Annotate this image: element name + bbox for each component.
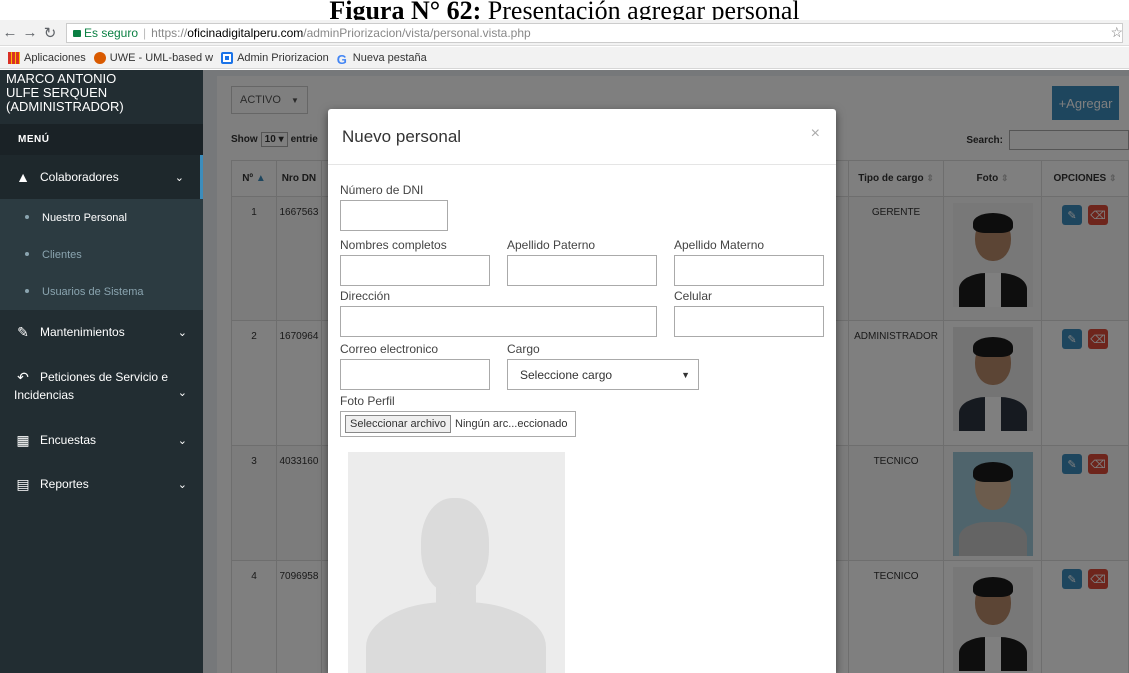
chevron-down-icon: ▼ xyxy=(681,369,690,380)
celular-label: Celular xyxy=(674,289,713,303)
submenu-colaboradores: Nuestro Personal Clientes Usuarios de Si… xyxy=(0,199,203,310)
modal-title: Nuevo personal xyxy=(342,126,462,146)
chevron-down-icon: ⌄ xyxy=(177,326,187,339)
materno-label: Apellido Materno xyxy=(674,238,765,252)
reload-icon[interactable]: ↻ xyxy=(40,24,60,42)
clipboard-icon: ▦ xyxy=(16,431,30,448)
back-icon[interactable]: ← xyxy=(0,24,20,41)
admin-icon xyxy=(221,51,234,64)
cargo-label: Cargo xyxy=(507,342,540,356)
url-divider: | xyxy=(143,25,147,40)
bookmark-new-tab[interactable]: G Nueva pestaña xyxy=(336,51,427,67)
reply-icon: ↶ xyxy=(17,369,29,385)
avatar-body xyxy=(366,602,546,673)
correo-input[interactable] xyxy=(340,359,490,390)
sidebar-item-mantenimientos[interactable]: ✎ Mantenimientos ⌄ xyxy=(0,310,203,354)
celular-field-group: Celular xyxy=(674,289,824,337)
cargo-select-value: Seleccione cargo xyxy=(520,367,613,382)
user-role: (ADMINISTRADOR) xyxy=(6,99,124,114)
sidebar-item-encuestas[interactable]: ▦ Encuestas ⌄ xyxy=(0,418,203,462)
label-line: Peticiones de Servicio e xyxy=(40,370,169,384)
apps-icon xyxy=(8,51,20,64)
url-path: /adminPriorizacion/vista/personal.vista.… xyxy=(303,25,531,40)
sidebar-item-nuestro-personal[interactable]: Nuestro Personal xyxy=(0,199,203,236)
secure-label: Es seguro xyxy=(84,25,139,40)
bookmark-label: Admin Priorizacion xyxy=(237,51,329,64)
celular-input[interactable] xyxy=(674,306,824,337)
bookmark-label: UWE - UML-based w xyxy=(109,51,214,64)
user-name-line: ULFE SERQUEN xyxy=(6,85,108,100)
cargo-field-group: Cargo Seleccione cargo ▼ xyxy=(507,342,699,390)
sidebar-item-usuarios[interactable]: Usuarios de Sistema xyxy=(0,273,203,310)
paterno-field-group: Apellido Paterno xyxy=(507,238,657,286)
bookmark-admin[interactable]: Admin Priorizacion xyxy=(221,51,329,64)
paterno-label: Apellido Paterno xyxy=(507,238,596,252)
sidebar: MARCO ANTONIO ULFE SERQUEN (ADMINISTRADO… xyxy=(0,70,203,673)
dni-input[interactable] xyxy=(340,200,448,231)
sidebar-item-colaboradores[interactable]: ▲ Colaboradores ⌄ xyxy=(0,155,203,199)
correo-field-group: Correo electronico xyxy=(340,342,490,390)
foto-field-group: Foto Perfil Seleccionar archivo Ningún a… xyxy=(340,394,576,437)
modal-header: Nuevo personal × xyxy=(328,109,836,165)
label-line: Incidencias xyxy=(14,388,75,402)
sidebar-item-label: Peticiones de Servicio e Incidencias xyxy=(14,368,169,404)
bookmark-label: Nueva pestaña xyxy=(352,51,427,64)
avatar-head xyxy=(421,498,489,594)
forward-icon[interactable]: → xyxy=(20,24,40,41)
sidebar-item-reportes[interactable]: ▤ Reportes ⌄ xyxy=(0,462,203,506)
nombres-field-group: Nombres completos xyxy=(340,238,490,286)
google-icon: G xyxy=(336,51,347,67)
url-host: oficinadigitalperu.com xyxy=(187,25,304,40)
foto-label: Foto Perfil xyxy=(340,394,395,408)
user-panel: MARCO ANTONIO ULFE SERQUEN (ADMINISTRADO… xyxy=(0,70,203,124)
close-icon[interactable]: × xyxy=(811,125,820,143)
cargo-select[interactable]: Seleccione cargo ▼ xyxy=(507,359,699,390)
dni-label: Número de DNI xyxy=(340,183,424,197)
materno-field-group: Apellido Materno xyxy=(674,238,824,286)
select-file-button[interactable]: Seleccionar archivo xyxy=(345,415,451,433)
chevron-down-icon: ⌄ xyxy=(177,434,187,447)
file-input[interactable]: Seleccionar archivo Ningún arc...ecciona… xyxy=(340,411,576,437)
edit-icon: ✎ xyxy=(17,323,29,340)
sidebar-item-clientes[interactable]: Clientes xyxy=(0,236,203,273)
sidebar-item-label: Reportes xyxy=(40,477,89,491)
sidebar-item-label: Mantenimientos xyxy=(40,325,125,339)
browser-address-bar: ← → ↻ Es seguro | https://oficinadigital… xyxy=(0,20,1129,46)
correo-label: Correo electronico xyxy=(340,342,439,356)
file-icon: ▤ xyxy=(16,475,30,492)
url-input[interactable]: Es seguro | https://oficinadigitalperu.c… xyxy=(66,22,1123,43)
bookmark-apps[interactable]: Aplicaciones xyxy=(8,51,86,64)
caption-text: Presentación agregar personal xyxy=(487,0,800,20)
caption-number: Figura N° 62: xyxy=(329,0,482,20)
figure-caption: Figura N° 62: Presentación agregar perso… xyxy=(0,0,1129,20)
menu-header: MENÚ xyxy=(0,124,203,155)
bookmarks-bar: Aplicaciones UWE - UML-based w Admin Pri… xyxy=(0,47,1129,69)
bookmark-uwe[interactable]: UWE - UML-based w xyxy=(93,51,214,64)
materno-input[interactable] xyxy=(674,255,824,286)
nombres-label: Nombres completos xyxy=(340,238,447,252)
user-name-line: MARCO ANTONIO xyxy=(6,71,117,86)
lock-icon xyxy=(73,30,81,37)
direccion-label: Dirección xyxy=(340,289,391,303)
chevron-down-icon: ⌄ xyxy=(174,171,184,184)
sidebar-item-label: Colaboradores xyxy=(40,170,119,184)
bookmark-label: Aplicaciones xyxy=(24,51,86,64)
uwe-icon xyxy=(93,51,106,64)
direccion-field-group: Dirección xyxy=(340,289,657,337)
sidebar-item-peticiones[interactable]: ↶ Peticiones de Servicio e Incidencias ⌄ xyxy=(0,354,203,418)
sidebar-item-label: Encuestas xyxy=(40,433,97,447)
dni-field-group: Número de DNI xyxy=(340,183,448,231)
url-scheme: https:// xyxy=(151,25,188,40)
file-status: Ningún arc...eccionado xyxy=(455,418,568,430)
chevron-down-icon: ⌄ xyxy=(177,478,187,491)
profile-placeholder-image xyxy=(348,452,565,673)
new-personal-modal: Nuevo personal × Número de DNI Nombres c… xyxy=(328,109,836,673)
lock-icon: ▲ xyxy=(16,169,30,185)
nombres-input[interactable] xyxy=(340,255,490,286)
chevron-down-icon: ⌄ xyxy=(177,387,187,399)
direccion-input[interactable] xyxy=(340,306,657,337)
bookmark-star-icon[interactable]: ☆ xyxy=(1110,24,1123,41)
paterno-input[interactable] xyxy=(507,255,657,286)
